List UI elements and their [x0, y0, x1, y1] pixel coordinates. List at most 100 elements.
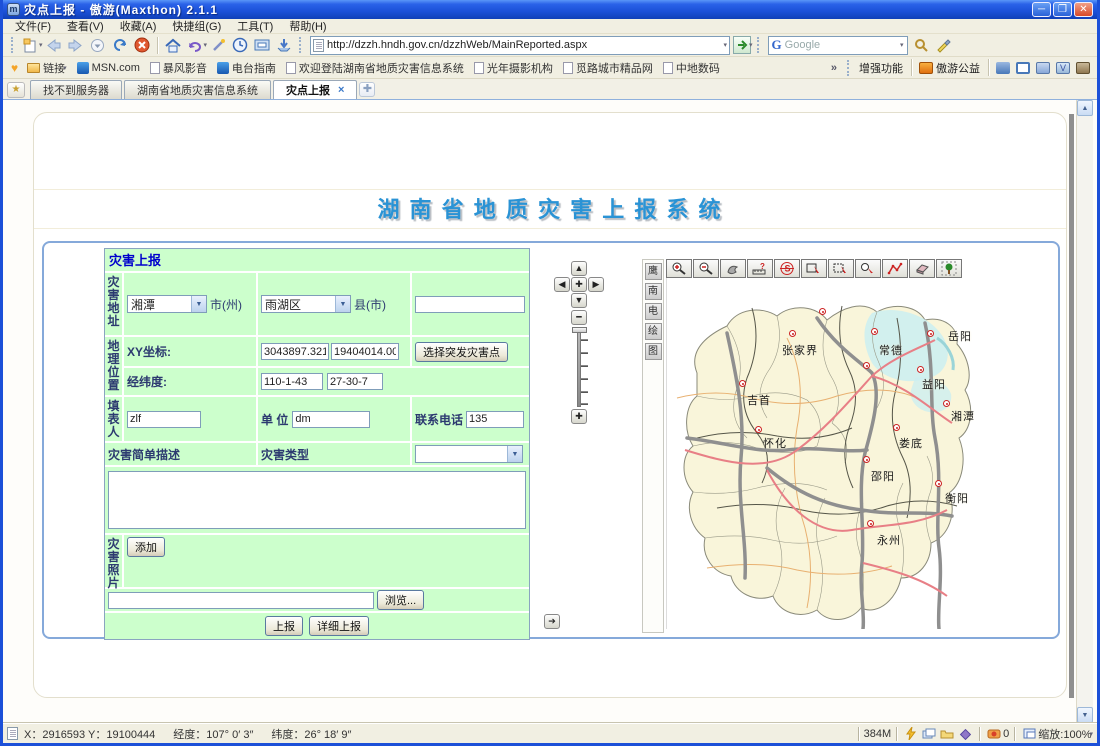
menu-item[interactable]: 文件(F) [11, 18, 63, 34]
close-button[interactable]: ✕ [1074, 2, 1093, 17]
chevron-down-icon[interactable] [507, 446, 522, 462]
phone-report-icon[interactable]: 电 [645, 303, 662, 320]
browse-button[interactable]: 浏览... [377, 590, 424, 610]
full-extent-icon[interactable] [936, 259, 962, 278]
latitude-input[interactable] [327, 373, 383, 390]
undo-icon[interactable] [185, 36, 205, 55]
refresh-icon[interactable] [110, 36, 130, 55]
bookmarks-overflow[interactable]: » [831, 62, 837, 74]
hunan-map[interactable]: 张家界常德岳阳益阳湘潭吉首怀化娄底邵阳衡阳永州 [666, 278, 975, 629]
zoom-in-slider-button[interactable]: ✚ [571, 409, 587, 424]
address-input[interactable] [327, 39, 725, 51]
magic-wand-icon[interactable] [208, 36, 228, 55]
forward-icon[interactable] [66, 36, 86, 55]
bookmark-item[interactable]: 觅路城市精品网 [563, 60, 653, 76]
search-icon[interactable] [912, 36, 932, 55]
menu-item[interactable]: 查看(V) [63, 18, 116, 34]
history-dropdown-icon[interactable] [88, 36, 108, 55]
popup-windows-icon[interactable] [922, 728, 936, 740]
description-textarea[interactable] [108, 471, 526, 529]
reporter-name-input[interactable] [127, 411, 201, 428]
download-icon[interactable] [274, 36, 294, 55]
resize-window-icon[interactable] [1022, 728, 1036, 740]
photo-file-input[interactable] [108, 592, 374, 609]
pan-center-button[interactable]: ✚ [571, 277, 587, 292]
notes-panel-icon[interactable] [1036, 62, 1050, 74]
unit-input[interactable] [292, 411, 370, 428]
address-detail-input[interactable] [415, 296, 525, 313]
menu-item[interactable]: 帮助(H) [285, 18, 338, 34]
zoom-select-icon[interactable] [855, 259, 881, 278]
bookmark-item[interactable]: 电台指南 [217, 60, 276, 76]
pan-left-button[interactable]: ◀ [554, 277, 570, 292]
go-caret-icon[interactable]: ▾ [749, 41, 753, 49]
overview-map-icon[interactable]: 鹰 [645, 263, 662, 280]
pick-disaster-point-button[interactable]: 选择突发灾害点 [415, 342, 508, 362]
maximize-button[interactable]: ❐ [1053, 2, 1072, 17]
address-dropdown-icon[interactable]: ▾ [724, 41, 728, 49]
charity-label[interactable]: 傲游公益 [936, 60, 980, 76]
sidebar-panel-icon[interactable] [996, 62, 1010, 74]
disaster-type-select[interactable] [415, 445, 523, 463]
chevron-down-icon[interactable] [335, 296, 350, 312]
site-building-icon[interactable] [1076, 62, 1090, 74]
pan-down-button[interactable]: ▼ [571, 293, 587, 308]
pan-right-button[interactable]: ▶ [588, 277, 604, 292]
inner-frame-scrollbar[interactable] [1069, 114, 1074, 698]
expand-panel-button[interactable]: ➔ [544, 614, 560, 629]
minimize-button[interactable]: ─ [1032, 2, 1051, 17]
chevron-down-icon[interactable] [191, 296, 206, 312]
tab-close-icon[interactable] [338, 84, 344, 96]
phone-input[interactable] [466, 411, 524, 428]
bookmark-item[interactable]: 欢迎登陆湖南省地质灾害信息系统 [286, 60, 464, 76]
feed-pen-icon[interactable]: V [1056, 62, 1070, 74]
scale-icon[interactable]: S [774, 259, 800, 278]
longitude-input[interactable] [261, 373, 323, 390]
address-bar[interactable]: ▾ [310, 36, 730, 55]
deselect-rect-icon[interactable] [828, 259, 854, 278]
boost-lightning-icon[interactable] [904, 728, 918, 740]
select-rect-icon[interactable] [801, 259, 827, 278]
search-box[interactable]: G Google ▾ [768, 36, 908, 55]
search-engine-caret-icon[interactable]: ▾ [900, 41, 904, 49]
bookmark-item[interactable]: 暴风影音 [150, 60, 207, 76]
favorites-heart-icon[interactable]: ♥ [11, 61, 18, 75]
stop-icon[interactable] [132, 36, 152, 55]
charity-heart-icon[interactable] [919, 62, 933, 74]
filter-diamond-icon[interactable] [958, 728, 972, 740]
layers-icon[interactable]: 图 [645, 343, 662, 360]
capture-icon[interactable] [252, 36, 272, 55]
city-select[interactable]: 湘潭 [127, 295, 207, 313]
history-clock-icon[interactable] [230, 36, 250, 55]
submit-button[interactable]: 上报 [265, 616, 303, 636]
zoom-slider-handle[interactable] [572, 327, 587, 333]
menu-item[interactable]: 收藏(A) [116, 18, 169, 34]
x-coordinate-input[interactable] [261, 343, 329, 360]
snap-camera-icon[interactable] [987, 728, 1001, 740]
zoom-in-icon[interactable] [666, 259, 692, 278]
menu-item[interactable]: 工具(T) [233, 18, 285, 34]
measure-icon[interactable]: ? [747, 259, 773, 278]
enhance-label[interactable]: 增强功能 [859, 60, 903, 76]
polyline-measure-icon[interactable] [882, 259, 908, 278]
detail-submit-button[interactable]: 详细上报 [309, 616, 369, 636]
new-tab-plus-icon[interactable]: ✚ [359, 82, 375, 97]
new-tab-caret-icon[interactable]: ▾ [39, 41, 43, 49]
window-panel-icon[interactable] [1016, 62, 1030, 74]
scroll-up-icon[interactable]: ▲ [1077, 100, 1093, 116]
links-folder[interactable]: 链接▾ [27, 60, 67, 76]
highlight-icon[interactable] [934, 36, 954, 55]
bookmark-item[interactable]: 中地数码 [663, 60, 720, 76]
menu-item[interactable]: 快捷组(G) [168, 18, 233, 34]
bookmark-item[interactable]: MSN.com [77, 62, 140, 74]
browser-tab[interactable]: 灾点上报 [273, 80, 357, 99]
zoom-level[interactable]: 缩放:100% [1038, 726, 1091, 742]
bookmark-item[interactable]: 光年摄影机构 [474, 60, 553, 76]
undo-caret-icon[interactable]: ▾ [204, 41, 208, 49]
folder-arrow-icon[interactable] [940, 728, 954, 740]
tab-list-star-icon[interactable]: ★ [7, 82, 25, 98]
pan-icon[interactable] [720, 259, 746, 278]
pan-up-button[interactable]: ▲ [571, 261, 587, 276]
south-compass-icon[interactable]: 南 [645, 283, 662, 300]
new-tab-icon[interactable] [20, 36, 40, 55]
